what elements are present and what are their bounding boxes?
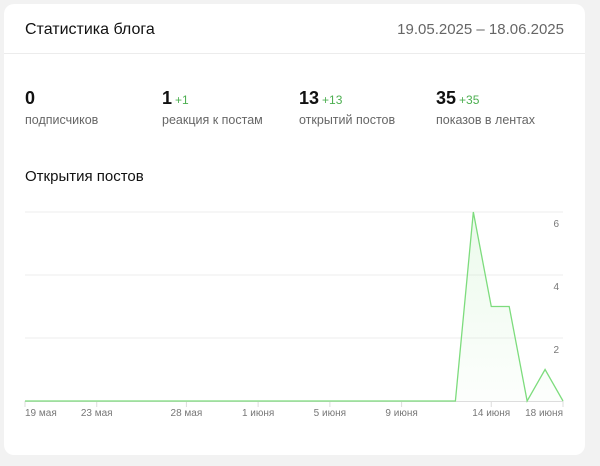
y-tick-label: 4: [553, 282, 559, 293]
y-tick-label: 2: [553, 345, 559, 356]
x-tick-label: 1 июня: [242, 408, 274, 419]
x-tick-label: 19 мая: [25, 408, 57, 419]
x-tick-label: 28 мая: [171, 408, 203, 419]
x-tick-label: 18 июня: [525, 408, 563, 419]
x-tick-label: 14 июня: [472, 408, 510, 419]
x-tick-label: 23 мая: [81, 408, 113, 419]
x-tick-label: 5 июня: [314, 408, 346, 419]
post-opens-chart: 2 4 6 19 мая 23 мая 28 мая 1 июня 5 июня 9 июня 1…: [24, 211, 564, 419]
y-tick-label: 6: [553, 219, 559, 230]
x-tick-label: 9 июня: [385, 408, 417, 419]
area-fill: [25, 212, 563, 401]
